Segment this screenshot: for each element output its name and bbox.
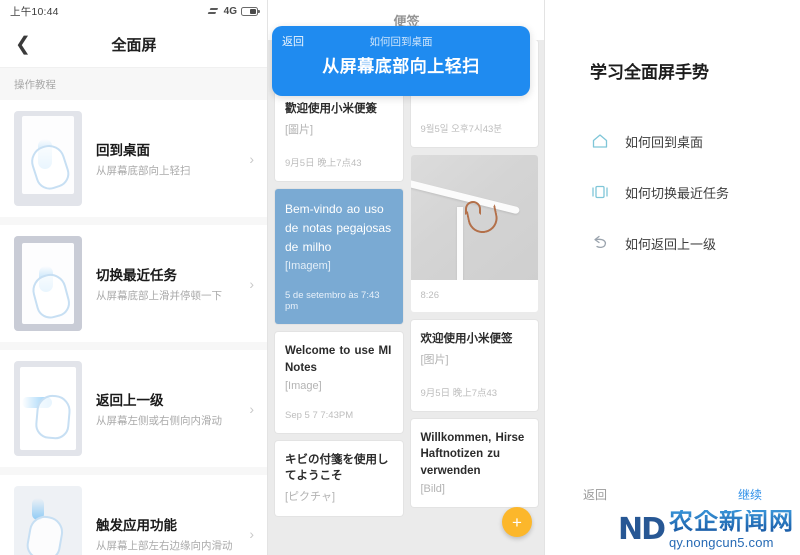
note-tag: [圖片] (285, 123, 314, 136)
gesture-title: 切换最近任务 (96, 268, 177, 283)
note-card[interactable]: 歡迎使用小米便簽 [圖片] 9月5日 晚上7点43 (275, 90, 403, 181)
note-tag: [图片] (420, 353, 449, 366)
battery-icon (241, 6, 260, 16)
chevron-right-icon: › (249, 275, 254, 292)
note-title: 歡迎使用小米便簽 (285, 103, 377, 115)
note-date: Sep 5 7 7:43PM (285, 409, 354, 421)
recent-tasks-icon (590, 182, 610, 202)
gesture-title: 触发应用功能 (96, 518, 177, 533)
chevron-right-icon: › (249, 525, 254, 542)
gesture-row-text: 返回上一级 从屏幕左侧或右侧向内滑动 (82, 389, 249, 428)
note-tag: [ピクチャ] (285, 490, 336, 503)
chevron-right-icon: › (249, 400, 254, 417)
add-note-fab[interactable]: + (502, 507, 532, 537)
watermark-site-name: 农企新闻网 (669, 508, 794, 535)
signal-icon (207, 6, 220, 16)
note-tag: [Bild] (420, 482, 445, 495)
continue-button[interactable]: 继续 (738, 486, 762, 503)
notes-panel: 便签 19:43 in die Septembris V 歡迎使用小米便簽 [圖… (268, 0, 545, 555)
notes-column-left: 19:43 in die Septembris V 歡迎使用小米便簽 [圖片] … (275, 40, 403, 555)
back-button[interactable]: 返回 (583, 486, 607, 503)
gesture-subtitle: 从屏幕底部向上轻扫 (96, 165, 191, 177)
settings-navbar: ❮ 全面屏 (0, 22, 268, 68)
gesture-title: 回到桌面 (96, 143, 150, 158)
gesture-subtitle: 从屏幕左侧或右侧向内滑动 (96, 415, 222, 427)
gesture-row-home[interactable]: 回到桌面 从屏幕底部向上轻扫 › (0, 100, 268, 217)
learn-gesture-list: 如何回到桌面 如何切换最近任务 如何返回上一级 (590, 131, 800, 253)
note-title: 欢迎使用小米便签 (420, 333, 513, 345)
gesture-subtitle: 从屏幕底部上滑并停顿一下 (96, 290, 222, 302)
note-tag: [Imagem] (285, 260, 331, 273)
notes-grid: 19:43 in die Septembris V 歡迎使用小米便簽 [圖片] … (268, 40, 545, 555)
learn-item-label: 如何切换最近任务 (625, 185, 730, 201)
status-bar: 上午10:44 4G (0, 0, 268, 22)
note-title: Welcome to use MI Notes (285, 345, 392, 374)
learn-gestures-panel: 学习全面屏手势 如何回到桌面 如何切换最近任务 如何返回上一级 返回 继续 ND… (545, 0, 800, 555)
note-card[interactable]: Willkommen, Hirse Haftnotizen zu verwend… (410, 418, 538, 507)
note-card[interactable]: キビの付箋を使用してようこそ [ピクチャ] (275, 440, 403, 516)
back-chevron-icon[interactable]: ❮ (0, 22, 46, 68)
note-time: 8:26 (420, 290, 440, 301)
rail-hook-photo (410, 155, 538, 280)
watermark-text: 农企新闻网 qy.nongcun5.com (669, 508, 794, 550)
note-date: 5 de setembro às 7:43 pm (285, 290, 380, 313)
coach-subtitle: 如何回到桌面 (369, 36, 433, 48)
note-title: キビの付箋を使用してようこそ (285, 453, 389, 483)
note-date: 9月5日 晚上7点43 (285, 157, 362, 169)
swipe-in-from-side-thumbnail (14, 361, 82, 456)
gesture-row-recents[interactable]: 切换最近任务 从屏幕底部上滑并停顿一下 › (0, 225, 268, 342)
home-icon (590, 131, 610, 151)
watermark-logo: ND (617, 511, 666, 547)
gesture-title: 返回上一级 (96, 393, 164, 408)
note-card[interactable]: Welcome to use MI Notes [Image] Sep 5 7 … (275, 332, 403, 433)
note-title: Willkommen, Hirse Haftnotizen zu verwend… (420, 431, 525, 478)
gesture-coach-banner: 返回 如何回到桌面 从屏幕底部向上轻扫 (272, 26, 530, 96)
swipe-in-from-top-edge-thumbnail (14, 486, 82, 555)
swipe-up-from-bottom-thumbnail (14, 111, 82, 206)
section-label: 操作教程 (0, 68, 268, 100)
gesture-row-back[interactable]: 返回上一级 从屏幕左侧或右侧向内滑动 › (0, 350, 268, 467)
gesture-row-app-function[interactable]: 触发应用功能 从屏幕上部左右边缘向内滑动 › (0, 475, 268, 555)
gesture-subtitle: 从屏幕上部左右边缘向内滑动 (96, 540, 233, 552)
gesture-row-text: 回到桌面 从屏幕底部向上轻扫 (82, 139, 249, 178)
note-date: 9月5日 晚上7点43 (420, 387, 498, 399)
learn-actions: 返回 继续 (545, 486, 800, 503)
learn-item-recents[interactable]: 如何切换最近任务 (590, 182, 800, 202)
back-arrow-icon (590, 233, 610, 253)
note-tag: [Image] (285, 379, 322, 392)
network-type-label: 4G (223, 5, 237, 17)
note-title: Bem-vindo ao uso de notas pegajosas de m… (285, 201, 392, 255)
note-card-photo[interactable]: 8:26 (410, 155, 538, 312)
coach-instruction: 从屏幕底部向上轻扫 (322, 57, 480, 76)
watermark: ND 农企新闻网 qy.nongcun5.com (617, 508, 794, 550)
status-clock: 上午10:44 (10, 5, 59, 18)
learn-title: 学习全面屏手势 (590, 63, 709, 82)
note-card-selected[interactable]: Bem-vindo ao uso de notas pegajosas de m… (275, 188, 403, 325)
watermark-url: qy.nongcun5.com (669, 535, 774, 550)
learn-item-back[interactable]: 如何返回上一级 (590, 233, 800, 253)
learn-item-home[interactable]: 如何回到桌面 (590, 131, 800, 151)
note-card[interactable]: 欢迎使用小米便签 [图片] 9月5日 晚上7点43 (410, 320, 538, 411)
screenshot-root: 上午10:44 4G ❮ 全面屏 操作教程 回到桌面 从屏幕底部向上轻扫 › 切… (0, 0, 800, 555)
note-date: 9월5일 오후7시43분 (420, 124, 503, 135)
learn-item-label: 如何返回上一级 (625, 236, 717, 252)
gesture-tutorial-list: 回到桌面 从屏幕底部向上轻扫 › 切换最近任务 从屏幕底部上滑并停顿一下 › 返… (0, 100, 268, 555)
learn-item-label: 如何回到桌面 (625, 134, 704, 150)
status-bar-right: 4G (207, 5, 260, 17)
swipe-up-hold-thumbnail (14, 236, 82, 331)
settings-panel: 上午10:44 4G ❮ 全面屏 操作教程 回到桌面 从屏幕底部向上轻扫 › 切… (0, 0, 268, 555)
gesture-row-text: 切换最近任务 从屏幕底部上滑并停顿一下 (82, 264, 249, 303)
gesture-row-text: 触发应用功能 从屏幕上部左右边缘向内滑动 (82, 514, 249, 553)
chevron-right-icon: › (249, 150, 254, 167)
notes-column-right: [이미지] 9월5일 오후7시43분 8:26 欢迎使用小米便签 [图片] 9月… (410, 40, 538, 555)
